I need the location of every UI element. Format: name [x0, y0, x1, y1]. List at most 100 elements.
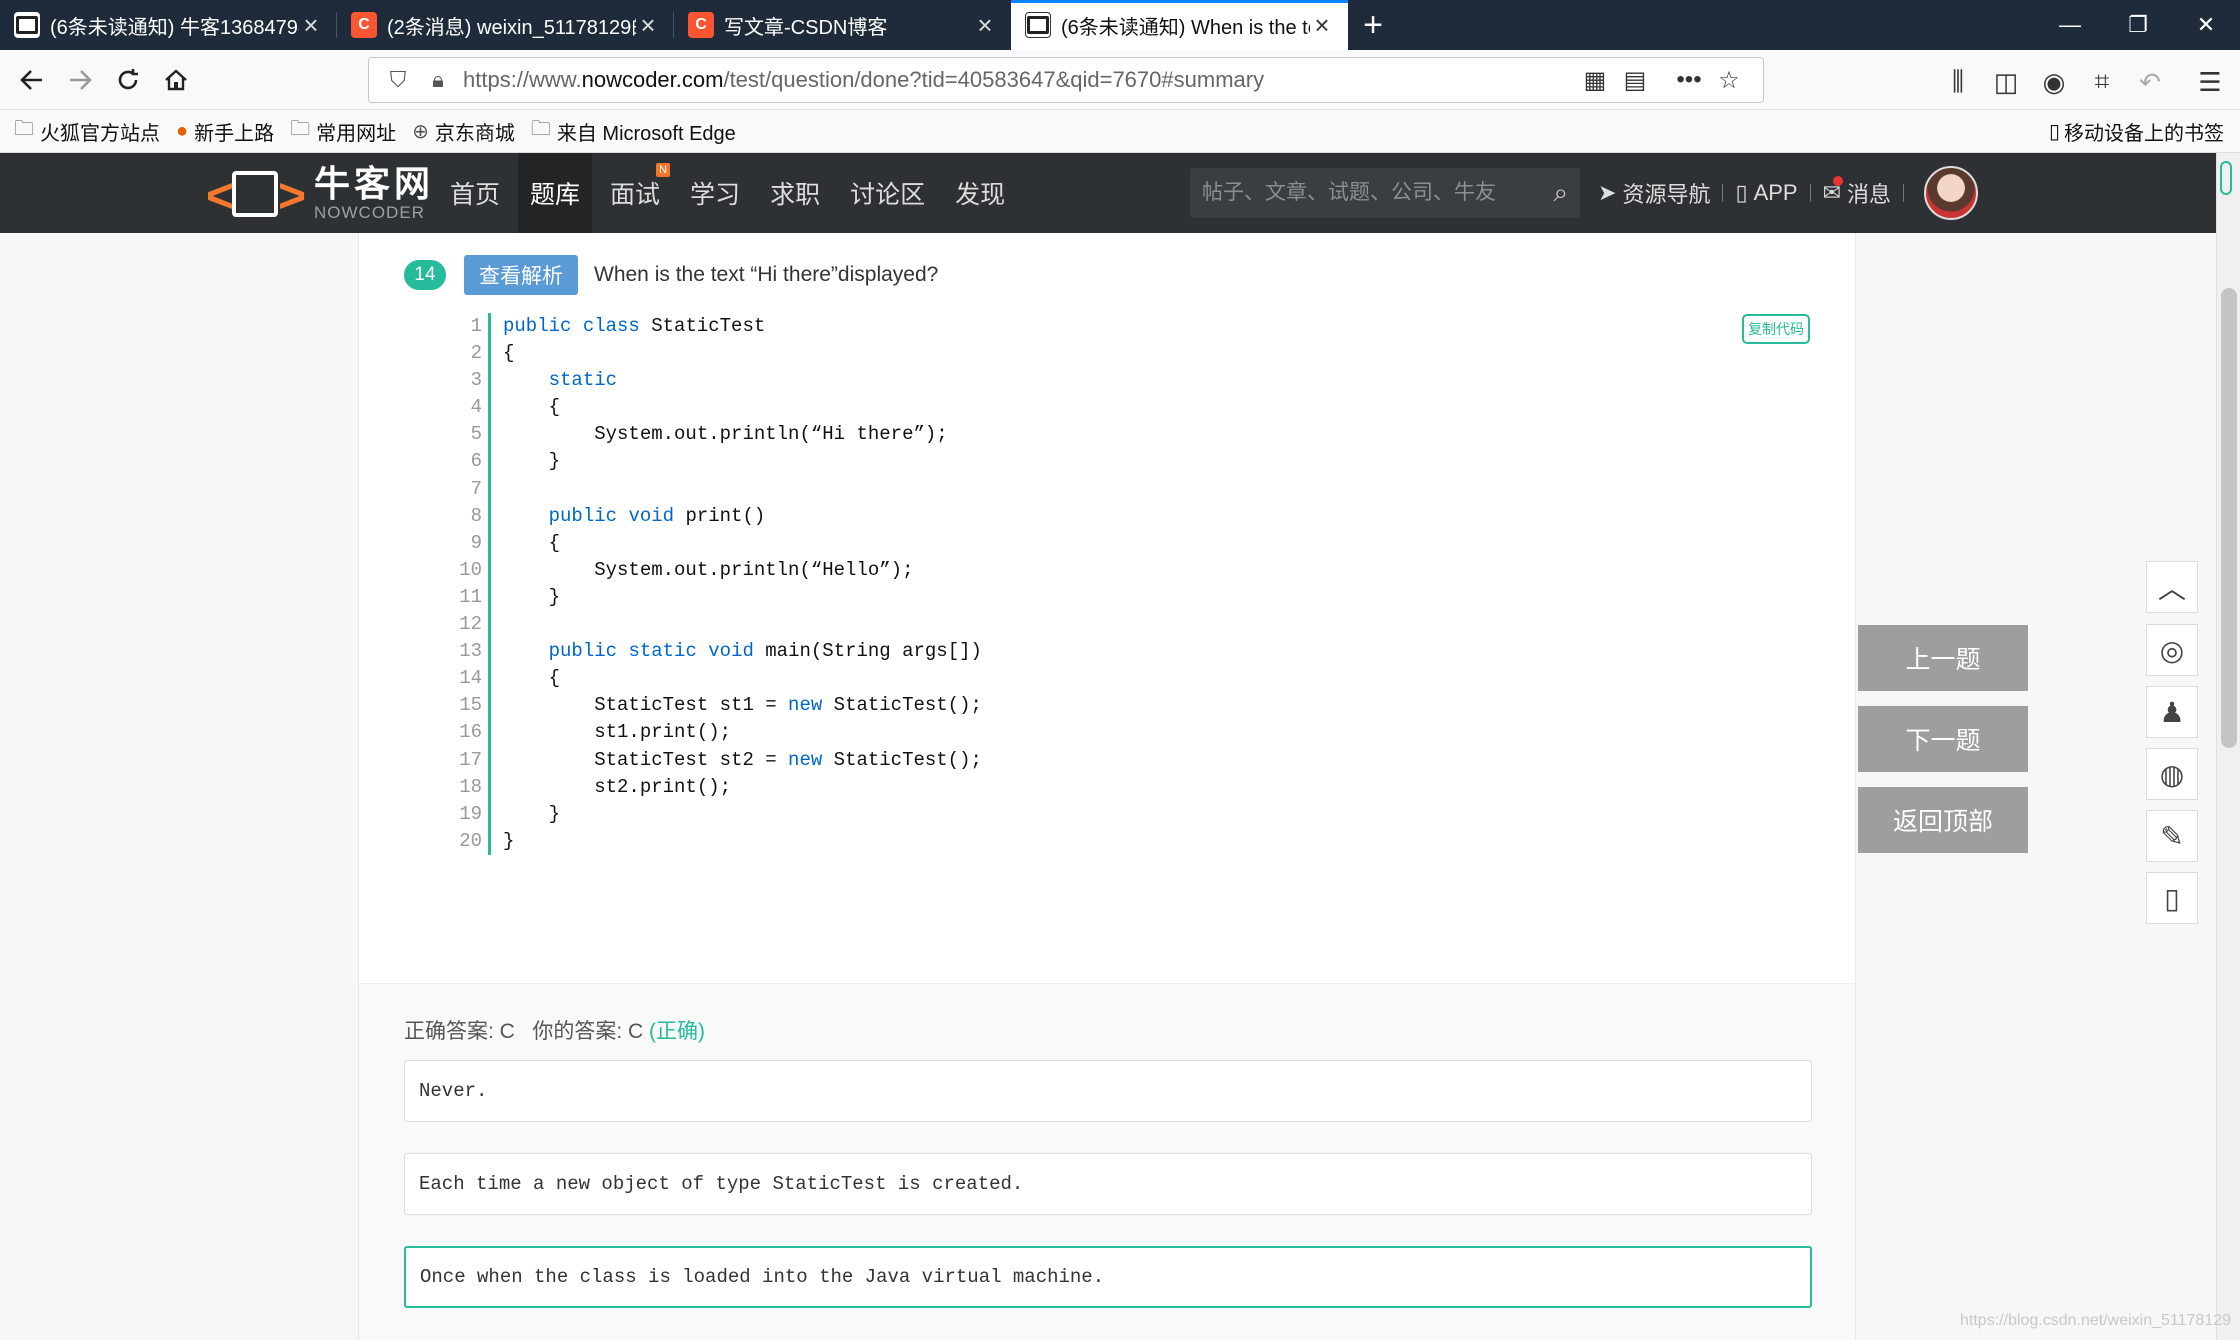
menu-icon[interactable]: ☰ — [2192, 64, 2228, 100]
more-icon[interactable]: ••• — [1669, 66, 1709, 94]
app-link[interactable]: ▯ APP — [1735, 180, 1797, 206]
question-panel: 14 查看解析 When is the text “Hi there”displ… — [358, 233, 1856, 1340]
line-number: 16 — [451, 719, 491, 747]
code-text: { — [503, 396, 561, 419]
home-icon — [165, 69, 187, 91]
bookmark-item[interactable]: 🗀 常用网址 — [290, 114, 396, 148]
scroll-up-icon[interactable]: ︿ — [2146, 561, 2198, 613]
library-icon[interactable]: ⫼ — [1940, 64, 1976, 100]
close-window-icon[interactable]: ✕ — [2172, 0, 2240, 50]
nav-learn[interactable]: 学习 — [678, 153, 752, 233]
code-line: 9 { — [451, 529, 982, 557]
nav-interview[interactable]: 面试 N — [598, 153, 672, 233]
code-text: public static void main(String args[]) — [548, 640, 982, 663]
minimize-icon[interactable]: — — [2036, 0, 2104, 50]
site-header: < > 牛客网 NOWCODER 首页 题库 面试 N 学习 求职 讨论区 发现 … — [0, 153, 2224, 233]
avatar[interactable] — [1924, 166, 1979, 220]
close-icon[interactable]: × — [973, 10, 997, 41]
scrollbar-thumb[interactable] — [2221, 288, 2237, 748]
qq-icon[interactable]: ♟ — [2146, 686, 2198, 738]
prev-question-button[interactable]: 上一题 — [1858, 625, 2028, 691]
sidebar-icon[interactable]: ◫ — [1988, 64, 2024, 100]
browser-tab[interactable]: (6条未读通知) 牛客136847985 × — [0, 0, 337, 50]
code-line: 17 StaticTest st2 = new StaticTest(); — [451, 746, 982, 774]
url-path: /test/question/done?tid=40583647&qid=767… — [723, 67, 1265, 92]
divider — [359, 983, 1855, 984]
page-scrollbar[interactable] — [2216, 153, 2240, 1340]
browser-tab[interactable]: C (2条消息) weixin_51178129的 × — [337, 0, 674, 50]
code-text: { — [503, 342, 515, 365]
address-bar[interactable]: ⛉ 🔒︎ https://www.nowcoder.com/test/quest… — [368, 57, 1764, 103]
wechat-icon[interactable]: ◍ — [2146, 748, 2198, 800]
close-icon[interactable]: × — [1310, 10, 1334, 41]
close-icon[interactable]: × — [299, 10, 323, 41]
browser-tab-active[interactable]: (6条未读通知) When is the te × — [1011, 0, 1348, 50]
new-tab-button[interactable]: + — [1348, 0, 1398, 50]
restore-icon[interactable]: ❐ — [2104, 0, 2172, 50]
firefox-icon: ● — [176, 119, 189, 142]
site-logo[interactable]: < > 牛客网 NOWCODER — [206, 161, 434, 227]
search-icon[interactable]: ⌕ — [1553, 177, 1568, 209]
code-text: } — [503, 585, 561, 608]
csdn-icon: C — [688, 12, 714, 38]
qr-code-icon[interactable]: ▦ — [1575, 66, 1615, 95]
home-button[interactable] — [154, 58, 198, 102]
account-icon[interactable]: ◉ — [2036, 64, 2072, 100]
code-line: 20} — [451, 827, 982, 855]
back-button[interactable] — [10, 58, 54, 102]
next-question-button[interactable]: 下一题 — [1858, 706, 2028, 772]
mobile-icon[interactable]: ▯ — [2146, 872, 2198, 924]
url-domain: nowcoder.com — [581, 67, 724, 92]
screenshot-icon[interactable]: ⌗ — [2084, 64, 2120, 100]
close-icon[interactable]: × — [636, 10, 660, 41]
browser-tab[interactable]: C 写文章-CSDN博客 × — [674, 0, 1011, 50]
bookmark-label: 火狐官方站点 — [40, 122, 160, 145]
line-number: 20 — [451, 827, 491, 855]
bookmark-item[interactable]: 🗀 火狐官方站点 — [14, 114, 160, 148]
tab-title: (6条未读通知) When is the te — [1061, 16, 1310, 39]
nowcoder-icon — [14, 12, 40, 38]
copy-code-button[interactable]: 复制代码 — [1742, 314, 1810, 344]
resource-nav-link[interactable]: ➤ 资源导航 — [1598, 177, 1710, 209]
nav-discuss[interactable]: 讨论区 — [838, 153, 937, 233]
bookmark-star-icon[interactable]: ☆ — [1709, 66, 1749, 95]
lock-icon[interactable]: 🔒︎ — [423, 67, 453, 93]
line-number: 13 — [451, 638, 491, 666]
csdn-icon: C — [351, 12, 377, 38]
line-number: 14 — [451, 665, 491, 693]
reader-view-icon[interactable]: ▤ — [1615, 66, 1655, 95]
url-text[interactable]: https://www.nowcoder.com/test/question/d… — [463, 67, 1575, 93]
messages-link[interactable]: ✉ 消息 — [1822, 176, 1891, 209]
undo-icon[interactable]: ↶ — [2132, 64, 2168, 100]
edit-icon[interactable]: ✎ — [2146, 810, 2198, 862]
code-line: 19 } — [451, 800, 982, 828]
nav-label: 面试 — [610, 181, 661, 209]
shield-icon[interactable]: ⛉ — [383, 67, 413, 93]
nav-question-bank[interactable]: 题库 — [518, 153, 593, 233]
forward-button[interactable] — [58, 58, 102, 102]
bookmark-item[interactable]: 🗀 来自 Microsoft Edge — [531, 114, 736, 148]
scroll-indicator — [2220, 161, 2232, 195]
bookmark-item[interactable]: ● 新手上路 — [176, 117, 274, 146]
reload-button[interactable] — [106, 58, 150, 102]
folder-icon: 🗀 — [530, 118, 551, 140]
line-number: 10 — [451, 556, 491, 584]
bookmark-item[interactable]: ⊕ 京东商城 — [412, 117, 515, 146]
code-text: st1.print(); — [503, 721, 732, 744]
weibo-icon[interactable]: ◎ — [2146, 624, 2198, 676]
back-to-top-button[interactable]: 返回顶部 — [1858, 787, 2028, 853]
site-search: ⌕ — [1190, 168, 1580, 218]
nav-jobs[interactable]: 求职 — [758, 153, 832, 233]
question-text: When is the text “Hi there”displayed? — [594, 263, 939, 286]
nav-discover[interactable]: 发现 — [943, 153, 1017, 233]
line-number: 17 — [451, 746, 491, 774]
mail-icon: ✉ — [1822, 176, 1844, 205]
code-line: 11 } — [451, 583, 982, 612]
bookmark-label: 新手上路 — [194, 122, 275, 145]
mobile-bookmarks[interactable]: ▯ 移动设备上的书签 — [2049, 110, 2224, 153]
code-line: 5 System.out.println(“Hi there”); — [451, 421, 982, 449]
nav-home[interactable]: 首页 — [438, 153, 512, 233]
code-line: 16 st1.print(); — [451, 719, 982, 747]
view-analysis-button[interactable]: 查看解析 — [464, 255, 578, 295]
search-input[interactable] — [1202, 181, 1554, 205]
